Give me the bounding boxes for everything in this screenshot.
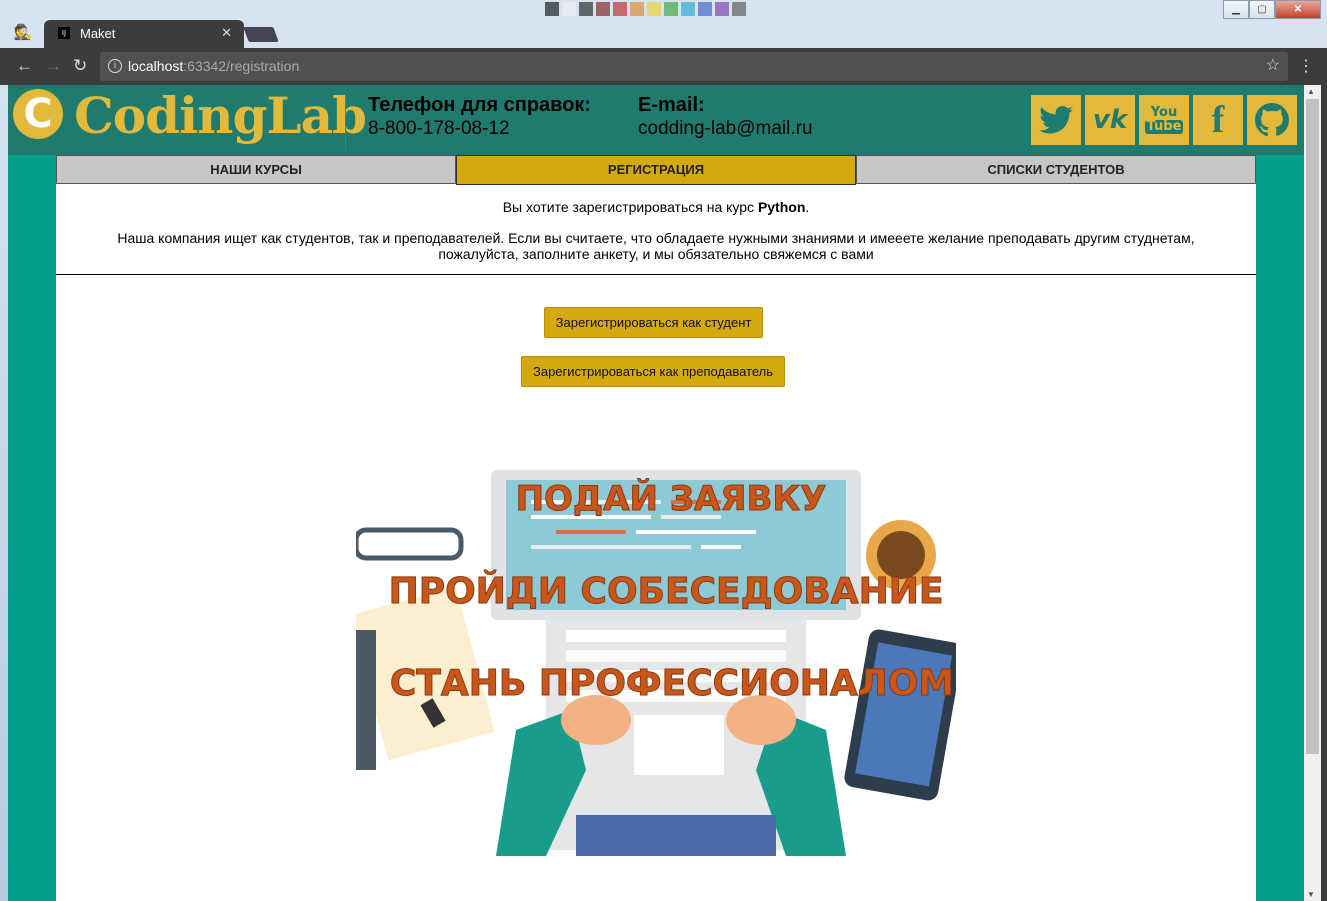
email-label: E-mail: bbox=[638, 94, 705, 116]
incognito-icon: 🕵 bbox=[13, 24, 33, 41]
menu-item-courses[interactable]: НАШИ КУРСЫ bbox=[56, 155, 456, 184]
url-host: localhost bbox=[128, 58, 184, 74]
github-icon[interactable] bbox=[1247, 95, 1297, 145]
logo-icon[interactable]: C bbox=[13, 89, 63, 139]
browser-window: 🕵 IJ Maket ✕ ▁ ▢ ✕ ← → ↻ i localhost:633… bbox=[0, 0, 1327, 901]
vk-icon[interactable]: vk bbox=[1085, 95, 1135, 145]
url-text[interactable]: localhost:63342/registration bbox=[128, 58, 299, 74]
new-tab-button[interactable] bbox=[243, 27, 279, 42]
bookmark-star-icon[interactable]: ☆ bbox=[1266, 55, 1280, 75]
promo-line-2: ПРОЙДИ СОБЕСЕДОВАНИЕ bbox=[389, 570, 944, 612]
info-icon[interactable]: i bbox=[108, 59, 122, 73]
tab-title: Maket bbox=[80, 26, 116, 41]
content-panel: НАШИ КУРСЫ РЕГИСТРАЦИЯ СПИСКИ СТУДЕНТОВ … bbox=[56, 155, 1256, 901]
window-controls: ▁ ▢ ✕ bbox=[1223, 0, 1321, 19]
email-value: codding-lab@mail.ru bbox=[638, 118, 813, 139]
header-divider bbox=[345, 87, 346, 151]
url-path: :63342/registration bbox=[183, 58, 300, 74]
register-student-button[interactable]: Зарегистрироваться как студент bbox=[544, 307, 763, 338]
main-menu: НАШИ КУРСЫ РЕГИСТРАЦИЯ СПИСКИ СТУДЕНТОВ bbox=[56, 155, 1256, 185]
close-window-button[interactable]: ✕ bbox=[1275, 0, 1321, 19]
browser-toolbar: ← → ↻ i localhost:63342/registration ☆ ⋮ bbox=[0, 48, 1327, 85]
browser-menu-icon[interactable]: ⋮ bbox=[1298, 56, 1314, 76]
menu-item-student-lists[interactable]: СПИСКИ СТУДЕНТОВ bbox=[856, 155, 1256, 184]
menu-item-registration[interactable]: РЕГИСТРАЦИЯ bbox=[456, 155, 856, 185]
intro-prefix: Вы хотите зарегистрироваться на курс bbox=[502, 199, 758, 215]
page-scrollbar[interactable]: ▲ ▼ bbox=[1304, 85, 1321, 901]
course-intro: Вы хотите зарегистрироваться на курс Pyt… bbox=[56, 199, 1256, 215]
page-viewport: C CodingLab Телефон для справок: 8-800-1… bbox=[8, 85, 1304, 901]
scroll-up-arrow-icon[interactable]: ▲ bbox=[1307, 87, 1315, 96]
social-links: vk You Tube f bbox=[1031, 95, 1297, 145]
scrollbar-thumb[interactable] bbox=[1306, 99, 1319, 754]
promo-line-3: СТАНЬ ПРОФЕССИОНАЛОМ bbox=[390, 663, 954, 704]
register-teacher-button[interactable]: Зарегистрироваться как преподаватель bbox=[521, 356, 785, 387]
twitter-icon[interactable] bbox=[1031, 95, 1081, 145]
registration-illustration: ПОДАЙ ЗАЯВКУ ПРОЙДИ СОБЕСЕДОВАНИЕ СТАНЬ … bbox=[356, 470, 956, 856]
laptop-illustration: ПОДАЙ ЗАЯВКУ ПРОЙДИ СОБЕСЕДОВАНИЕ СТАНЬ … bbox=[356, 470, 956, 856]
tab-close-icon[interactable]: ✕ bbox=[221, 25, 232, 41]
course-name: Python bbox=[757, 199, 806, 215]
scroll-down-arrow-icon[interactable]: ▼ bbox=[1307, 890, 1315, 899]
forward-icon[interactable]: → bbox=[45, 56, 62, 76]
phone-label: Телефон для справок: bbox=[368, 94, 592, 116]
address-bar[interactable]: i localhost:63342/registration ☆ bbox=[100, 52, 1288, 81]
window-frame bbox=[1321, 48, 1327, 901]
reload-icon[interactable]: ↻ bbox=[73, 56, 87, 76]
site-header: C CodingLab Телефон для справок: 8-800-1… bbox=[8, 85, 1304, 155]
promo-line-1: ПОДАЙ ЗАЯВКУ bbox=[516, 478, 827, 519]
minimize-button[interactable]: ▁ bbox=[1223, 0, 1249, 19]
facebook-icon[interactable]: f bbox=[1193, 95, 1243, 145]
back-icon[interactable]: ← bbox=[16, 56, 33, 76]
maximize-button[interactable]: ▢ bbox=[1249, 0, 1275, 19]
title-bar: 🕵 IJ Maket ✕ ▁ ▢ ✕ bbox=[0, 0, 1327, 48]
youtube-icon[interactable]: You Tube bbox=[1139, 95, 1189, 145]
intro-description: Наша компания ищет как студентов, так и … bbox=[117, 230, 1195, 262]
intro-suffix: . bbox=[805, 199, 810, 215]
section-divider bbox=[56, 274, 1256, 275]
logo-text[interactable]: CodingLab bbox=[74, 86, 367, 145]
favicon-icon: IJ bbox=[58, 27, 70, 39]
phone-value: 8-800-178-08-12 bbox=[368, 118, 510, 139]
browser-tab[interactable]: IJ Maket ✕ bbox=[44, 20, 244, 48]
